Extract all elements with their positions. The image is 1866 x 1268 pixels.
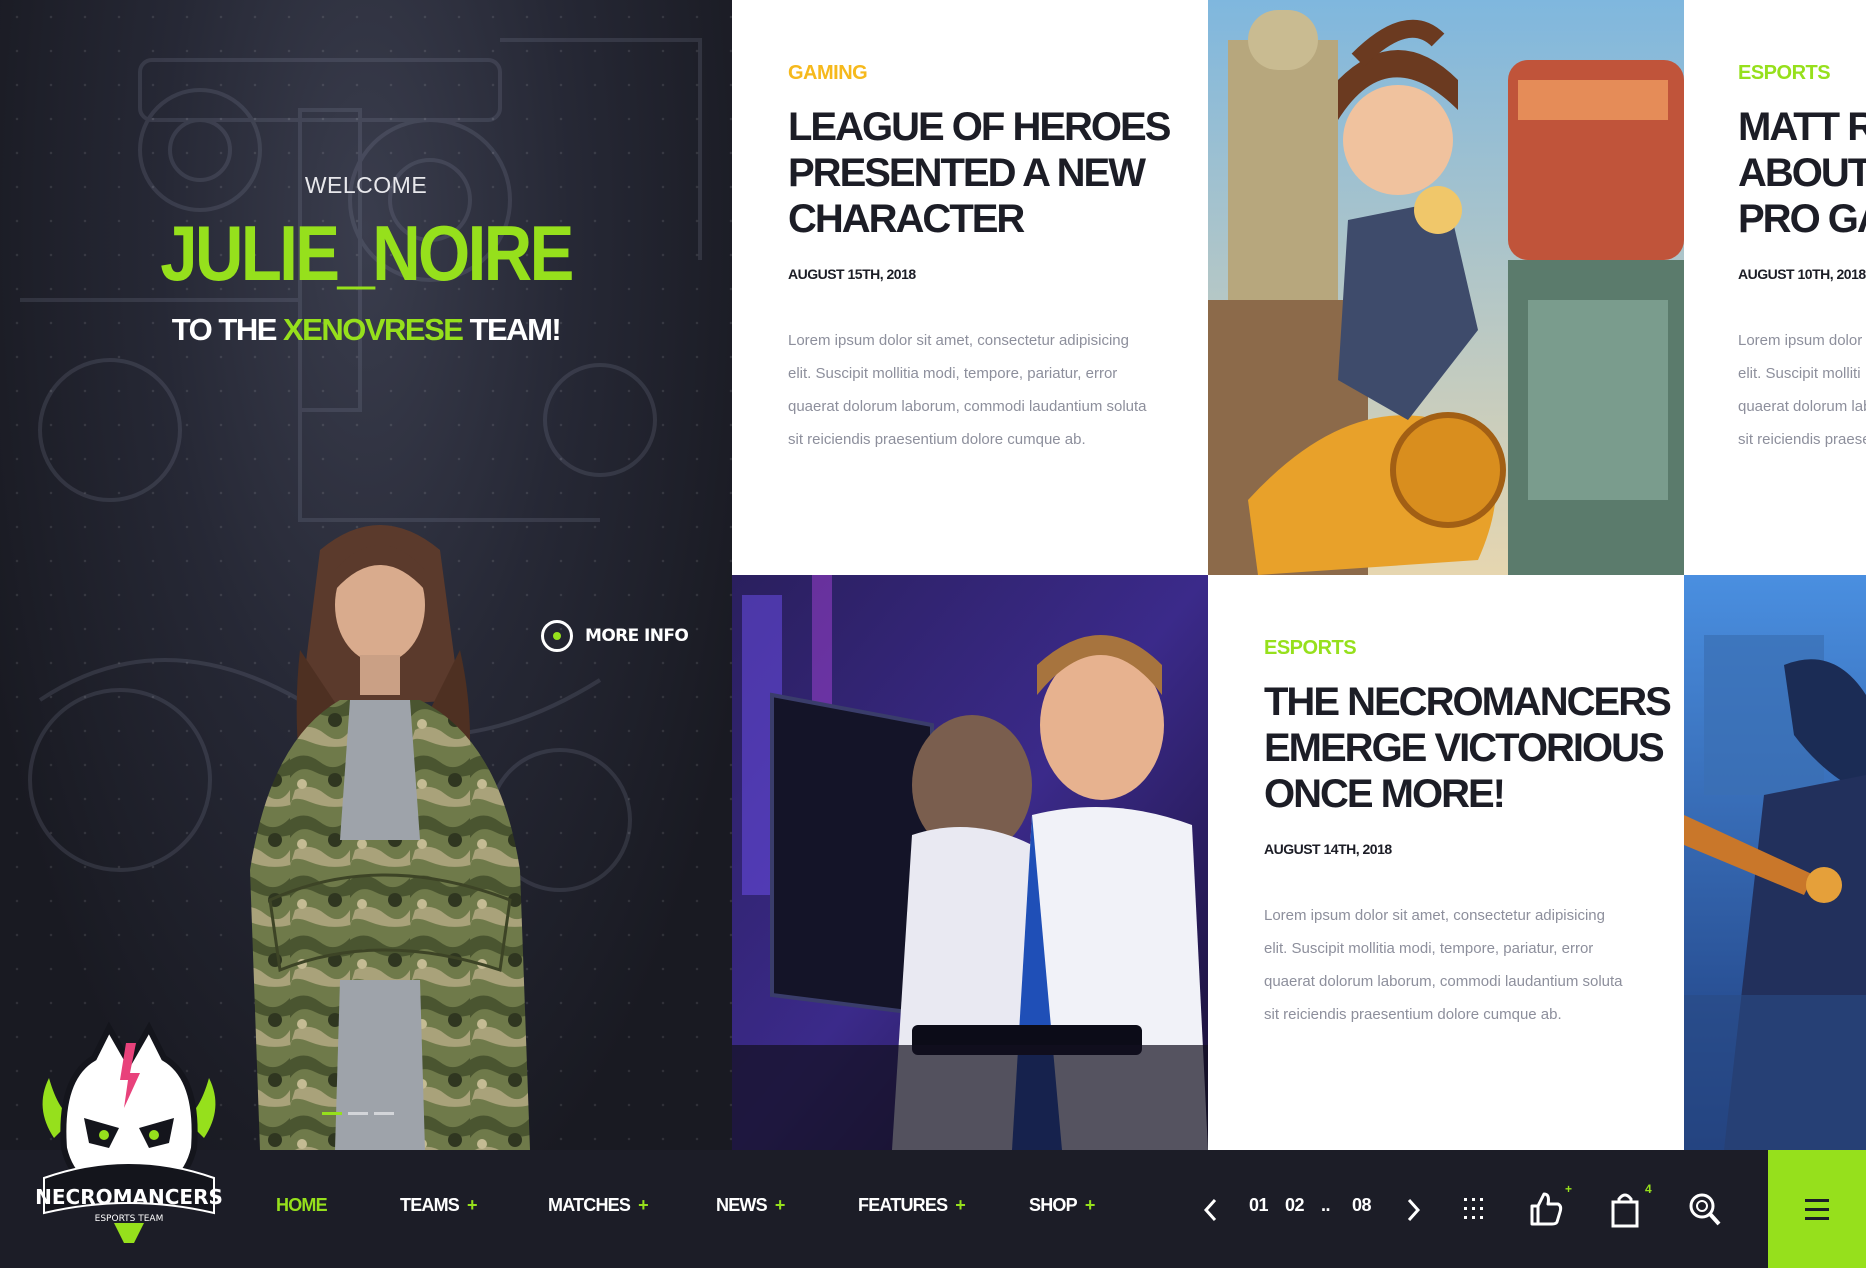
cart-count-badge: 4 [1645, 1182, 1652, 1196]
article-card-league-of-heroes[interactable]: GAMING LEAGUE OF HEROES PRESENTED A NEW … [732, 0, 1208, 575]
hero-team-suffix: TEAM! [462, 312, 562, 347]
logo-subtitle: ESPORTS TEAM [95, 1214, 164, 1224]
article-image-pilot-character[interactable] [1208, 0, 1684, 575]
article-title-line: THE NECROMANCERS [1264, 680, 1672, 724]
hero-team-line: TO THE XENOVRESE TEAM! [0, 312, 732, 348]
article-date: AUGUST 15TH, 2018 [788, 266, 916, 282]
article-title-line: ABOUT B [1738, 151, 1866, 195]
more-info-label: MORE INFO [585, 626, 689, 646]
article-excerpt: Lorem ipsum dolor sit amet, consectetur … [788, 324, 1147, 456]
page-link-last[interactable]: 08 [1352, 1195, 1372, 1216]
hero-player-name: JULIE_NOIRE [160, 209, 574, 297]
article-card-matt-ro[interactable]: ESPORTS MATT RO ABOUT B PRO GAN AUGUST 1… [1684, 0, 1866, 575]
excerpt-line: Lorem ipsum dolor sit amet, consectetur … [788, 332, 1129, 349]
nav-item-shop[interactable]: SHOP + [1029, 1195, 1095, 1216]
pilot-character-illustration [1208, 0, 1684, 575]
plus-icon: + [774, 1195, 785, 1215]
page-ellipsis: .. [1321, 1195, 1331, 1215]
excerpt-line: quaerat dolorum laborum, commodi laudant… [1264, 973, 1623, 990]
slider-pagination [322, 1112, 394, 1115]
plus-icon: + [955, 1195, 965, 1215]
hero-welcome-text: WELCOME [304, 172, 428, 198]
nav-label: NEWS [716, 1195, 768, 1215]
hero-team-prefix: TO THE [171, 312, 283, 347]
article-card-necromancers-victorious[interactable]: ESPORTS THE NECROMANCERS EMERGE VICTORIO… [1208, 575, 1684, 1150]
article-title-line: ONCE MORE! [1264, 772, 1506, 816]
article-title-line: MATT RO [1738, 105, 1866, 149]
nav-label: HOME [276, 1195, 328, 1215]
nav-label: FEATURES [858, 1195, 948, 1215]
shopping-bag-icon[interactable] [1610, 1192, 1640, 1228]
chevron-right-icon[interactable] [1405, 1198, 1421, 1222]
bottom-navbar: HOME TEAMS + MATCHES + NEWS + FEATURES + SHO… [0, 1150, 1866, 1268]
excerpt-line: quaerat dolorum lab [1738, 398, 1866, 415]
page-link-1[interactable]: 01 [1249, 1195, 1269, 1216]
article-title-line: PRO GAN [1738, 197, 1866, 241]
article-title-line: CHARACTER [788, 197, 1025, 241]
logo-wordmark: NECROMANCERS [35, 1185, 223, 1209]
plus-circle-icon [541, 620, 573, 652]
article-title-line: PRESENTED A NEW [788, 151, 1146, 195]
article-date: AUGUST 14TH, 2018 [1264, 841, 1392, 857]
plus-icon: + [467, 1195, 477, 1215]
article-title[interactable]: MATT RO ABOUT B PRO GAN [1738, 104, 1866, 242]
excerpt-line: Lorem ipsum dolor [1738, 332, 1863, 349]
player-photo [250, 525, 530, 1150]
article-image-fantasy-character[interactable] [1684, 575, 1866, 1150]
article-title-line: EMERGE VICTORIOUS [1264, 726, 1665, 770]
likes-badge: + [1565, 1182, 1573, 1196]
excerpt-line: elit. Suscipit molliti [1738, 365, 1861, 382]
thumbs-up-icon[interactable] [1528, 1190, 1564, 1228]
nav-label: TEAMS [400, 1195, 460, 1215]
article-title[interactable]: LEAGUE OF HEROES PRESENTED A NEW CHARACT… [788, 104, 1171, 242]
necromancers-logo[interactable]: NECROMANCERS ESPORTS TEAM [34, 1018, 224, 1248]
plus-icon: + [1084, 1195, 1095, 1215]
slider-dot-1[interactable] [322, 1112, 342, 1115]
slider-dot-2[interactable] [348, 1112, 368, 1115]
nav-item-news[interactable]: NEWS + [716, 1195, 785, 1216]
gamers-photo [732, 575, 1208, 1150]
nav-item-home[interactable]: HOME [276, 1195, 328, 1216]
article-date: AUGUST 10TH, 2018 [1738, 266, 1866, 282]
article-excerpt: Lorem ipsum dolor elit. Suscipit molliti… [1738, 324, 1866, 456]
article-category[interactable]: ESPORTS [1264, 637, 1357, 660]
plus-icon: + [638, 1195, 648, 1215]
excerpt-line: Lorem ipsum dolor sit amet, consectetur … [1264, 907, 1605, 924]
excerpt-line: elit. Suscipit mollitia modi, tempore, p… [788, 365, 1118, 382]
excerpt-line: sit reiciendis praesentium dolore cumque… [1264, 1006, 1562, 1023]
nav-label: MATCHES [548, 1195, 631, 1215]
nav-label: SHOP [1029, 1195, 1078, 1215]
nav-item-features[interactable]: FEATURES + [858, 1195, 966, 1216]
article-category[interactable]: ESPORTS [1738, 62, 1831, 85]
slider-dot-3[interactable] [374, 1112, 394, 1115]
fantasy-character-illustration [1684, 575, 1866, 1150]
page-link-2[interactable]: 02 [1285, 1195, 1305, 1216]
more-info-button[interactable]: MORE INFO [541, 620, 689, 652]
article-image-gamers[interactable] [732, 575, 1208, 1150]
hero-team-name: XENOVRESE [283, 312, 464, 347]
article-title-line: LEAGUE OF HEROES [788, 105, 1171, 149]
excerpt-line: sit reiciendis praesentium dolore cumque… [788, 431, 1086, 448]
article-excerpt: Lorem ipsum dolor sit amet, consectetur … [1264, 899, 1623, 1031]
grid-icon[interactable] [1462, 1196, 1486, 1222]
hero-section: WELCOME JULIE_NOIRE TO THE XENOVRESE TEA… [0, 0, 732, 1150]
nav-item-teams[interactable]: TEAMS + [400, 1195, 478, 1216]
article-category[interactable]: GAMING [788, 62, 868, 85]
menu-icon[interactable] [1768, 1150, 1866, 1268]
search-icon[interactable] [1688, 1192, 1722, 1228]
chevron-left-icon[interactable] [1203, 1198, 1219, 1222]
excerpt-line: elit. Suscipit mollitia modi, tempore, p… [1264, 940, 1594, 957]
article-title[interactable]: THE NECROMANCERS EMERGE VICTORIOUS ONCE … [1264, 679, 1672, 817]
excerpt-line: quaerat dolorum laborum, commodi laudant… [788, 398, 1147, 415]
nav-item-matches[interactable]: MATCHES + [548, 1195, 649, 1216]
excerpt-line: sit reiciendis praese [1738, 431, 1866, 448]
